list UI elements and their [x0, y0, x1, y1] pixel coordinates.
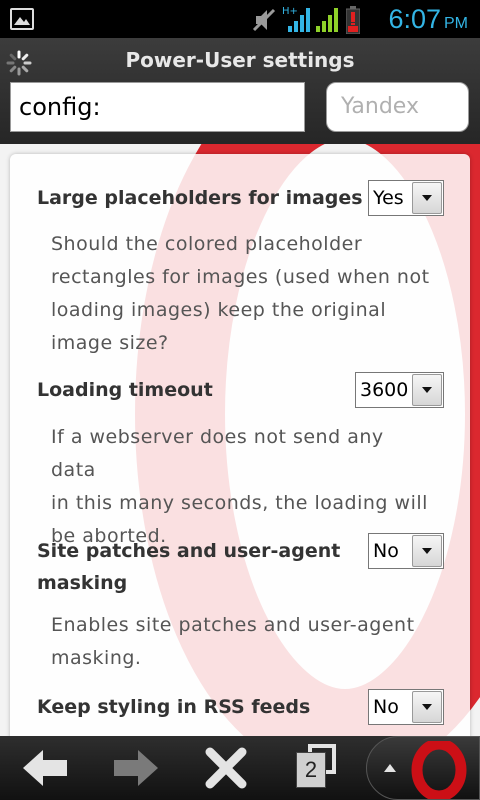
clock-ampm: PM — [444, 15, 468, 32]
label-line: Site patches and user-agent — [37, 540, 341, 562]
label-line: masking — [37, 572, 128, 594]
description-line: Enables site patches and user-agent — [51, 614, 415, 636]
setting-label-site-patches: Site patches and user-agent masking — [37, 535, 340, 599]
description-line: image size? — [51, 332, 169, 354]
svg-text:H+: H+ — [282, 6, 298, 17]
select-value: 3600 — [360, 379, 409, 401]
close-icon — [205, 747, 247, 789]
select-loading-timeout[interactable]: 3600 — [355, 372, 444, 408]
chevron-down-icon — [412, 535, 442, 567]
gallery-notification-icon — [10, 8, 34, 30]
select-value: No — [373, 540, 399, 562]
setting-description-site-patches: Enables site patches and user-agent mask… — [51, 609, 431, 675]
back-arrow-icon — [23, 750, 67, 786]
address-input[interactable]: config: — [10, 82, 305, 132]
chevron-down-icon — [412, 691, 442, 723]
stop-button[interactable] — [196, 736, 256, 800]
wifi-signal-icon — [316, 8, 338, 32]
setting-label-large-placeholders: Large placeholders for images — [37, 187, 363, 209]
select-value: No — [373, 696, 399, 718]
tabs-button[interactable]: 2 — [290, 736, 340, 800]
select-value: Yes — [373, 187, 404, 209]
bottom-toolbar: 2 — [0, 736, 480, 800]
opera-menu-button[interactable] — [366, 736, 480, 800]
description-line: If a webserver does not send any data — [51, 426, 384, 481]
title-bar: Power-User settings config: Yandex — [0, 38, 480, 144]
select-rss-styling[interactable]: No — [368, 689, 444, 725]
page-content: Large placeholders for images Yes Should… — [0, 144, 480, 736]
battery-low-icon — [346, 6, 360, 34]
description-line: Should the colored placeholder — [51, 233, 363, 255]
setting-label-loading-timeout: Loading timeout — [37, 379, 213, 401]
search-input[interactable]: Yandex — [326, 82, 469, 132]
forward-arrow-icon — [114, 750, 158, 786]
chevron-down-icon — [412, 374, 442, 406]
status-bar: H+ 6:07 PM — [0, 0, 480, 38]
description-line: masking. — [51, 647, 142, 669]
description-line: rectangles for images (used when not — [51, 266, 430, 288]
select-large-placeholders[interactable]: Yes — [368, 180, 444, 216]
mute-icon — [252, 8, 276, 32]
page-title: Power-User settings — [125, 48, 355, 72]
setting-description-large-placeholders: Should the colored placeholder rectangle… — [51, 228, 431, 360]
chevron-up-icon — [384, 764, 396, 772]
opera-logo-icon — [411, 741, 467, 799]
forward-button[interactable] — [106, 736, 166, 800]
setting-label-rss-styling: Keep styling in RSS feeds — [37, 696, 311, 718]
tab-count: 2 — [296, 752, 326, 788]
description-line: loading images) keep the original — [51, 299, 387, 321]
signal-hplus-icon: H+ — [282, 6, 310, 32]
chevron-down-icon — [412, 182, 442, 214]
clock-time: 6:07 — [388, 4, 441, 34]
select-site-patches[interactable]: No — [368, 533, 444, 569]
description-line: in this many seconds, the loading will — [51, 492, 428, 514]
clock: 6:07 PM — [388, 4, 468, 39]
back-button[interactable] — [14, 736, 76, 800]
